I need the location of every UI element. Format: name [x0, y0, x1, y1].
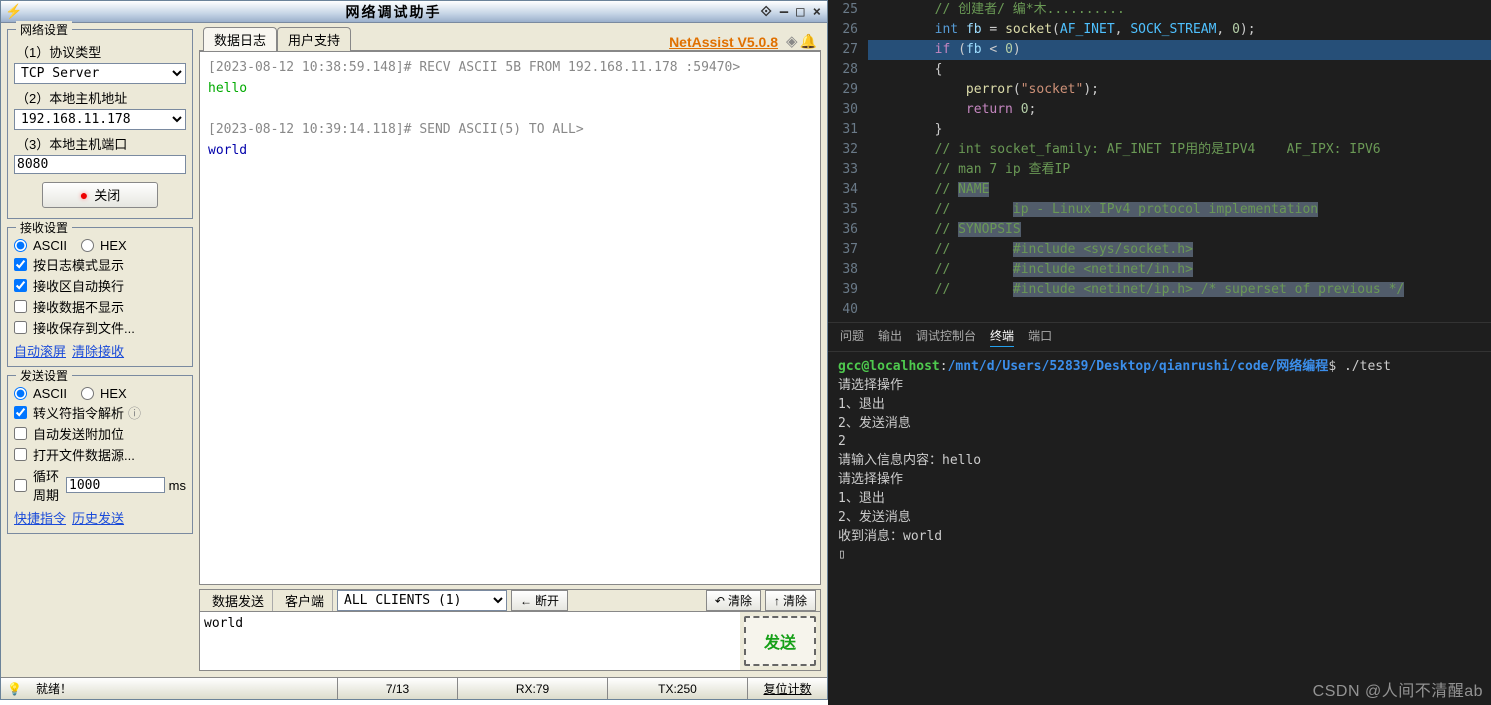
tab-ports[interactable]: 端口 — [1028, 327, 1052, 347]
status-ready: 就绪！ — [28, 678, 337, 699]
host-select[interactable]: 192.168.11.178 — [14, 109, 186, 130]
recv-ascii-radio[interactable] — [14, 239, 27, 252]
send-button[interactable]: 发送 — [744, 616, 816, 666]
clear-recv-link[interactable]: 清除接收 — [72, 341, 124, 360]
terminal[interactable]: gcc@localhost:/mnt/d/Users/52839/Desktop… — [828, 352, 1491, 705]
period-unit: ms — [169, 478, 186, 493]
send-ascii-label: ASCII — [33, 386, 67, 401]
network-group-title: 网络设置 — [16, 21, 72, 38]
period-label: 循环周期 — [33, 466, 62, 504]
pin-icon[interactable]: ⟐ — [761, 4, 772, 20]
info-icon: ⓘ — [128, 403, 141, 422]
tab-terminal[interactable]: 终端 — [990, 327, 1014, 347]
netassist-window: ⚡ 网络调试助手 ⟐ — □ × 网络设置 （1）协议类型 TCP Server… — [0, 0, 828, 700]
status-bar: 💡 就绪！ 7/13 RX:79 TX:250 复位计数 — [1, 677, 827, 699]
minimize-button[interactable]: — — [780, 4, 788, 20]
plug-icon: ⚡ — [5, 3, 22, 20]
arrow-left-icon: ← — [520, 594, 532, 608]
open-file-check[interactable] — [14, 448, 27, 461]
send-ascii-radio[interactable] — [14, 387, 27, 400]
save-file-check[interactable] — [14, 321, 27, 334]
window-title: 网络调试助手 — [26, 2, 760, 22]
panel-tabs: 问题 输出 调试控制台 终端 端口 — [828, 322, 1491, 352]
tab-user-support[interactable]: 用户支持 — [277, 27, 351, 51]
auto-add-label: 自动发送附加位 — [33, 424, 124, 443]
port-label: （3）本地主机端口 — [16, 134, 186, 153]
recv-settings-group: 接收设置 ASCII HEX 按日志模式显示 接收区自动换行 接收数据不显示 接… — [7, 227, 193, 367]
history-link[interactable]: 历史发送 — [72, 508, 124, 527]
log-mode-check[interactable] — [14, 258, 27, 271]
auto-wrap-check[interactable] — [14, 279, 27, 292]
reset-count-button[interactable]: 复位计数 — [747, 678, 827, 699]
tab-data-log[interactable]: 数据日志 — [203, 27, 277, 51]
brand-link[interactable]: NetAssist V5.0.8 — [669, 34, 778, 50]
client-select[interactable]: ALL CLIENTS (1) — [337, 590, 507, 611]
hide-recv-check[interactable] — [14, 300, 27, 313]
bell-icon[interactable]: 🔔 — [800, 33, 817, 50]
host-label: （2）本地主机地址 — [16, 88, 186, 107]
protocol-select[interactable]: TCP Server — [14, 63, 186, 84]
status-tx: TX:250 — [607, 678, 747, 699]
network-settings-group: 网络设置 （1）协议类型 TCP Server （2）本地主机地址 192.16… — [7, 29, 193, 219]
tab-debug-console[interactable]: 调试控制台 — [916, 327, 976, 347]
protocol-label: （1）协议类型 — [16, 42, 186, 61]
escape-label: 转义符指令解析 — [33, 403, 124, 422]
recv-ascii-label: ASCII — [33, 238, 67, 253]
clear-input-button[interactable]: ↶清除 — [706, 590, 761, 611]
send-hex-label: HEX — [100, 386, 127, 401]
title-bar: ⚡ 网络调试助手 ⟐ — □ × — [1, 1, 827, 23]
open-file-label: 打开文件数据源... — [33, 445, 135, 464]
tab-output[interactable]: 输出 — [878, 327, 902, 347]
quick-cmd-link[interactable]: 快捷指令 — [14, 508, 66, 527]
tab-problems[interactable]: 问题 — [840, 327, 864, 347]
window-controls: ⟐ — □ × — [761, 4, 827, 20]
send-settings-group: 发送设置 ASCII HEX 转义符指令解析ⓘ 自动发送附加位 打开文件数据源.… — [7, 375, 193, 534]
send-group-title: 发送设置 — [16, 367, 72, 384]
maximize-button[interactable]: □ — [796, 4, 804, 20]
clear-log-button[interactable]: ↑清除 — [765, 590, 816, 611]
log-tabs: 数据日志 用户支持 NetAssist V5.0.8 ◈ 🔔 — [199, 29, 821, 51]
send-panel: 数据发送 客户端 ALL CLIENTS (1) ←断开 ↶清除 ↑清除 wor… — [199, 589, 821, 671]
log-mode-label: 按日志模式显示 — [33, 255, 124, 274]
period-input[interactable] — [66, 477, 165, 493]
watermark: CSDN @人间不清醒ab — [1313, 677, 1483, 701]
disconnect-button[interactable]: ←断开 — [511, 590, 568, 611]
port-input[interactable] — [14, 155, 186, 174]
auto-scroll-link[interactable]: 自动滚屏 — [14, 341, 66, 360]
auto-add-check[interactable] — [14, 427, 27, 440]
client-label: 客户端 — [277, 590, 333, 611]
undo-icon: ↶ — [715, 594, 725, 608]
vscode-panel: 25 // 创建者/ 编*木..........26 int fb = sock… — [828, 0, 1491, 705]
period-check[interactable] — [14, 479, 27, 492]
send-tab-label: 数据发送 — [204, 590, 273, 611]
auto-wrap-label: 接收区自动换行 — [33, 276, 124, 295]
escape-check[interactable] — [14, 406, 27, 419]
send-hex-radio[interactable] — [81, 387, 94, 400]
close-window-button[interactable]: × — [813, 4, 821, 20]
close-server-button[interactable]: 关闭 — [42, 182, 158, 208]
diamond-icon[interactable]: ◈ — [786, 32, 798, 50]
recv-hex-label: HEX — [100, 238, 127, 253]
log-area[interactable]: [2023-08-12 10:38:59.148]# RECV ASCII 5B… — [199, 51, 821, 585]
recv-hex-radio[interactable] — [81, 239, 94, 252]
recv-group-title: 接收设置 — [16, 219, 72, 236]
up-arrow-icon: ↑ — [774, 594, 780, 608]
hide-recv-label: 接收数据不显示 — [33, 297, 124, 316]
status-counts: 7/13 — [337, 678, 457, 699]
status-rx: RX:79 — [457, 678, 607, 699]
hand-icon: 💡 — [1, 678, 28, 699]
save-file-label: 接收保存到文件... — [33, 318, 135, 337]
code-editor[interactable]: 25 // 创建者/ 编*木..........26 int fb = sock… — [828, 0, 1491, 322]
send-textarea[interactable]: world — [200, 612, 740, 670]
record-dot-icon — [80, 188, 94, 203]
